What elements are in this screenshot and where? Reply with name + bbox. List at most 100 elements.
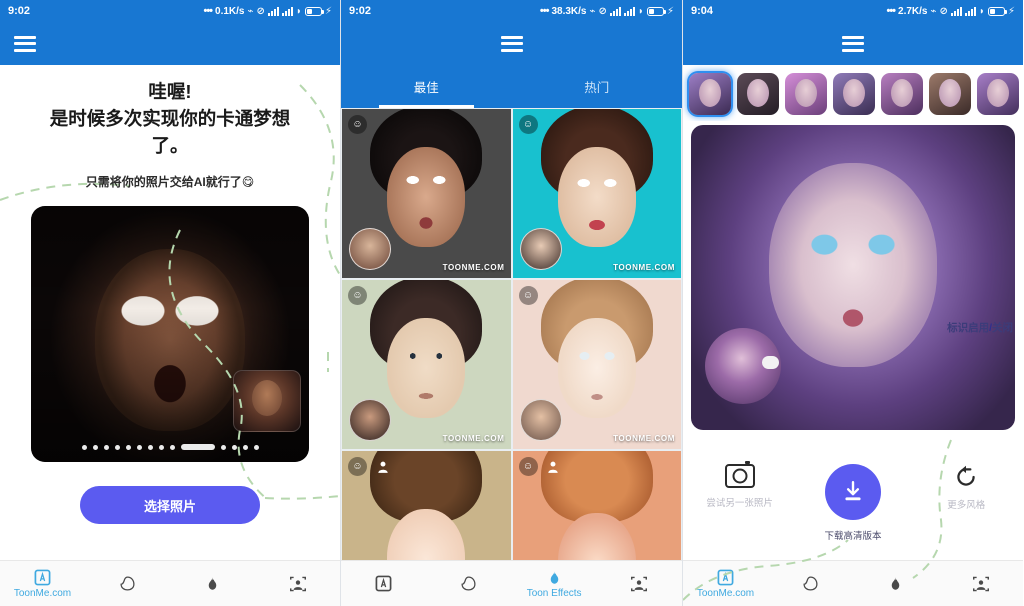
style-thumbnail-strip[interactable] (683, 65, 1023, 121)
nav-item-toonme[interactable] (341, 561, 426, 606)
hero-subtitle: 只需将你的照片交给AI就行了😋 (85, 175, 255, 190)
carousel-dot[interactable] (103, 444, 109, 450)
carousel-dot[interactable] (231, 444, 237, 450)
status-time: 9:04 (691, 5, 714, 17)
nav-item-toon-effects[interactable]: Toon Effects (512, 561, 597, 606)
carousel-dot[interactable] (147, 444, 153, 450)
hamburger-icon[interactable] (14, 35, 36, 52)
toonme-logo-icon (717, 568, 734, 586)
title-line-1: 哇喔! (148, 81, 192, 102)
carousel-dot-active[interactable] (180, 444, 215, 451)
effects-grid: ☺ TOONME.COM ☺ TOONME.COM ☺ TOONME.COM ☺… (341, 108, 682, 606)
carousel-dot[interactable] (81, 444, 87, 450)
nav-item-blob[interactable] (85, 561, 170, 606)
carousel-dot[interactable] (114, 444, 120, 450)
hamburger-icon[interactable] (842, 35, 864, 52)
carousel-dot[interactable] (136, 444, 142, 450)
portrait-frame-icon (972, 575, 990, 593)
blob-icon (802, 575, 819, 593)
blob-icon (460, 575, 477, 593)
carousel-dot[interactable] (242, 444, 248, 450)
title-line-2: 是时候多次实现你的卡通梦想 (49, 107, 291, 129)
carousel-dot[interactable] (169, 444, 175, 450)
result-image[interactable] (691, 125, 1015, 430)
nav-item-portrait[interactable] (597, 561, 682, 606)
style-thumb-7[interactable] (977, 73, 1019, 115)
wifi-icon: ◗ (637, 5, 644, 17)
thumb-face (939, 79, 961, 108)
cell-badges: ☺ (348, 286, 367, 305)
emoji-face-icon: ☺ (518, 115, 538, 134)
style-thumb-2[interactable] (737, 73, 779, 115)
app-bar (0, 22, 340, 65)
carousel-dot[interactable] (125, 444, 131, 450)
bottom-nav: ToonMe.com (0, 560, 340, 606)
panel-onboarding: 9:02 ••• 0.1K/s ⌁ ⊘ ◗ ⚡ 哇喔! 是时候多次实现你的卡通梦… (0, 0, 341, 606)
carousel-indicator[interactable] (31, 444, 309, 451)
grid-cell[interactable]: ☺ TOONME.COM (341, 279, 512, 450)
nav-item-toon-effects[interactable] (170, 561, 255, 606)
bottom-nav: ToonMe.com (683, 560, 1023, 606)
grid-cell[interactable]: ☺ TOONME.COM (511, 279, 682, 450)
hamburger-icon[interactable] (500, 35, 523, 52)
style-thumb-3[interactable] (785, 73, 827, 115)
carousel-dot[interactable] (220, 444, 226, 450)
toonme-logo-icon (375, 575, 392, 593)
select-photo-button[interactable]: 选择照片 (80, 486, 260, 525)
nav-item-portrait[interactable] (938, 561, 1023, 606)
tab-best[interactable]: 最佳 (341, 65, 512, 108)
grid-cell[interactable]: ☺ TOONME.COM (341, 108, 512, 279)
nav-item-toon-effects[interactable] (853, 561, 938, 606)
mute-icon: ⊘ (256, 5, 265, 17)
cell-badges: ☺ (518, 286, 538, 305)
thumb-face (987, 79, 1009, 108)
ellipsis-icon: ••• (203, 5, 213, 17)
signal-icon (281, 6, 293, 16)
carousel-dot[interactable] (92, 444, 98, 450)
style-thumb-4[interactable] (833, 73, 875, 115)
style-thumb-1[interactable] (689, 73, 731, 115)
original-photo-thumbnail (233, 370, 301, 433)
nav-item-blob[interactable] (426, 561, 511, 606)
cell-badges: ☺ (518, 115, 538, 134)
screenshot-collage: 9:02 ••• 0.1K/s ⌁ ⊘ ◗ ⚡ 哇喔! 是时候多次实现你的卡通梦… (0, 0, 1024, 606)
thumb-face (747, 79, 769, 108)
watermark-toggle[interactable]: 标识启用/关闭 (947, 320, 1013, 335)
status-time: 9:02 (8, 5, 31, 17)
tab-popular-label: 热门 (584, 81, 610, 95)
emoji-face-icon: ☺ (348, 457, 367, 476)
wifi-icon: ◗ (295, 5, 302, 17)
style-thumb-5[interactable] (881, 73, 923, 115)
status-bar: 9:02 ••• 0.1K/s ⌁ ⊘ ◗ ⚡ (0, 0, 340, 22)
nav-item-toonme[interactable]: ToonMe.com (683, 561, 768, 606)
more-styles-button[interactable]: 更多风格 (914, 464, 1018, 511)
tab-popular[interactable]: 热门 (512, 65, 683, 108)
download-icon (824, 464, 881, 520)
battery-icon (646, 6, 666, 16)
nav-item-blob[interactable] (768, 561, 853, 606)
carousel-dot[interactable] (253, 444, 259, 450)
blob-icon (119, 575, 136, 593)
preview-carousel[interactable] (31, 206, 309, 463)
try-another-photo-button[interactable]: 尝试另一张照片 (688, 461, 792, 509)
download-hd-button[interactable]: 下载高清版本 (801, 464, 905, 542)
bluetooth-icon: ⌁ (589, 5, 596, 17)
style-thumb-6[interactable] (929, 73, 971, 115)
page-title: 哇喔! 是时候多次实现你的卡通梦想 了。 (16, 79, 324, 159)
title-line-3: 了。 (151, 134, 189, 156)
signal-hd-icon (267, 6, 279, 16)
nav-item-toonme[interactable]: ToonMe.com (0, 561, 85, 606)
nav-item-portrait[interactable] (255, 561, 340, 606)
bottom-nav: Toon Effects (341, 560, 682, 606)
charging-icon: ⚡ (1007, 5, 1015, 17)
grid-cell[interactable]: ☺ TOONME.COM (511, 108, 682, 279)
nav-label-toonme: ToonMe.com (696, 588, 755, 599)
signal-icon (964, 6, 976, 16)
status-bar: 9:04 ••• 2.7K/s ⌁ ⊘ ◗ ⚡ (683, 0, 1023, 22)
panel-result: 9:04 ••• 2.7K/s ⌁ ⊘ ◗ ⚡ 标识启用/关闭 尝试另一张照片 … (683, 0, 1023, 606)
nav-label-toon-effects: Toon Effects (526, 588, 582, 599)
charging-icon: ⚡ (666, 5, 674, 17)
original-photo-thumbnail (349, 399, 391, 441)
carousel-dot[interactable] (158, 444, 164, 450)
app-bar (341, 22, 682, 65)
